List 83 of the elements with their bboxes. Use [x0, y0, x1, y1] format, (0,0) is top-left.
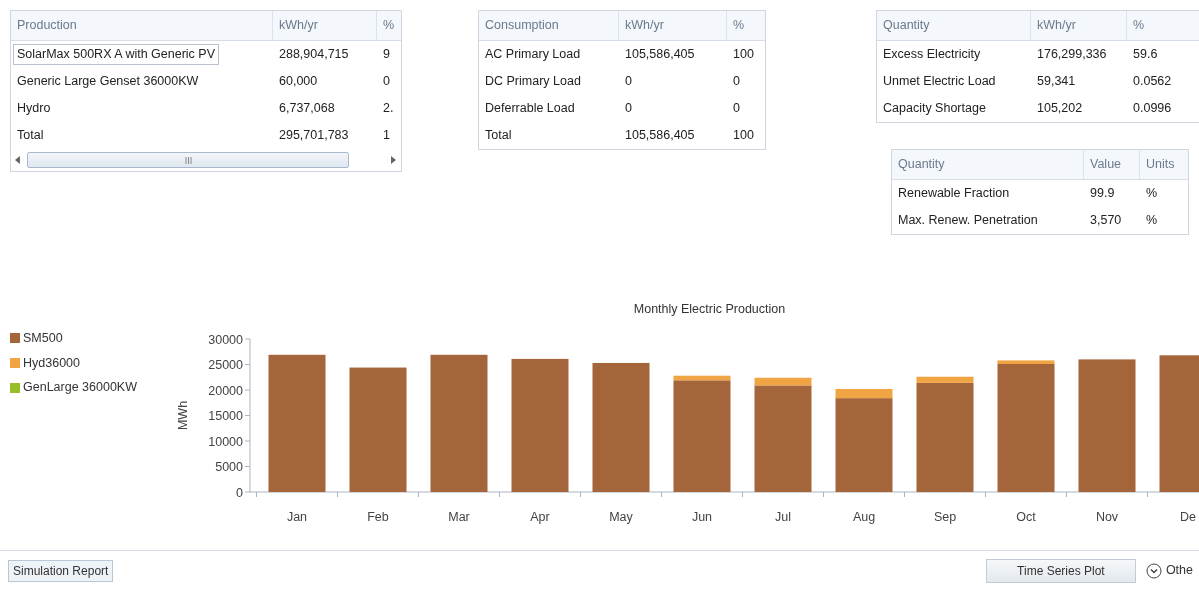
- table-cell: 0: [733, 101, 740, 116]
- table-cell: %: [1146, 186, 1158, 201]
- table-cell: 9: [383, 47, 390, 62]
- other-button[interactable]: Othe: [1145, 561, 1193, 580]
- table-cell-text: Hydro: [17, 100, 51, 118]
- column-header[interactable]: %: [1133, 16, 1145, 35]
- column-header[interactable]: Consumption: [485, 16, 559, 35]
- tick-label: 25000: [208, 357, 243, 372]
- scroll-right-icon[interactable]: [391, 156, 397, 164]
- tick-label: 15000: [208, 408, 243, 423]
- table-cell: 99.9: [1090, 186, 1115, 201]
- tick-label: De: [1180, 509, 1196, 524]
- tick-label: May: [609, 509, 633, 524]
- column-header[interactable]: %: [733, 16, 745, 35]
- table-cell: 1: [383, 128, 390, 143]
- chart-title: Monthly Electric Production: [633, 301, 786, 318]
- column-header[interactable]: Production: [17, 16, 77, 35]
- table-cell: 0: [625, 101, 632, 116]
- simulation-report-button[interactable]: Simulation Report: [8, 559, 114, 582]
- tick-label: Nov: [1095, 509, 1119, 524]
- tick-label: 20000: [208, 383, 243, 398]
- table-cell: %: [1146, 213, 1158, 228]
- table-cell: 0.0996: [1133, 101, 1172, 116]
- tick-label: Oct: [1016, 509, 1036, 524]
- table-cell: Unmet Electric Load: [883, 74, 996, 89]
- table-cell: 2.: [383, 101, 394, 116]
- tick-label: Jul: [775, 509, 791, 524]
- grip-icon: [184, 156, 192, 164]
- tick-label: Feb: [367, 509, 389, 524]
- tick-label: Sep: [933, 509, 957, 524]
- column-header[interactable]: Units: [1146, 155, 1175, 174]
- table-cell: DC Primary Load: [485, 74, 581, 89]
- column-header[interactable]: kWh/yr: [625, 16, 664, 35]
- tick-label: Jan: [286, 509, 308, 524]
- tick-label: 10000: [208, 434, 243, 449]
- tick-label: Mar: [448, 509, 470, 524]
- table-cell: Excess Electricity: [883, 47, 981, 62]
- table-cell: 0: [625, 74, 632, 89]
- table-cell: 0: [383, 74, 390, 89]
- column-header[interactable]: %: [383, 16, 395, 35]
- table-cell: 59.6: [1133, 47, 1158, 62]
- column-header[interactable]: Quantity: [883, 16, 930, 35]
- column-header[interactable]: Value: [1090, 155, 1122, 174]
- axis-label: MWh: [176, 400, 190, 430]
- tick-label: Apr: [530, 509, 550, 524]
- table-cell: 105,586,405: [625, 47, 695, 62]
- table-cell: Deferrable Load: [485, 101, 575, 116]
- tick-label: Jun: [691, 509, 713, 524]
- table-cell: 59,341: [1037, 74, 1076, 89]
- table-cell-text: Generic Large Genset 36000KW: [17, 73, 199, 91]
- column-header[interactable]: kWh/yr: [1037, 16, 1076, 35]
- tick-label: 0: [236, 485, 243, 500]
- column-header[interactable]: kWh/yr: [279, 16, 318, 35]
- table-cell: 60,000: [279, 74, 318, 89]
- tick-label: 30000: [208, 332, 243, 347]
- legend-label: Hyd36000: [23, 354, 80, 372]
- table-cell: 0: [733, 74, 740, 89]
- table-cell: 100: [733, 47, 754, 62]
- table-cell: Max. Renew. Penetration: [898, 213, 1038, 228]
- table-cell: AC Primary Load: [485, 47, 581, 62]
- scrollbar-thumb[interactable]: [27, 152, 349, 168]
- table-cell: 100: [733, 128, 754, 143]
- table-cell: Renewable Fraction: [898, 186, 1010, 201]
- table-cell: 176,299,336: [1037, 47, 1107, 62]
- table-cell: 295,701,783: [279, 128, 349, 143]
- table-cell: 6,737,068: [279, 101, 335, 116]
- table-cell: 105,202: [1037, 101, 1083, 116]
- tick-label: Aug: [852, 509, 876, 524]
- table-cell: SolarMax 500RX A with Generic PV: [13, 44, 219, 65]
- table-cell: 3,570: [1090, 213, 1122, 228]
- column-header[interactable]: Quantity: [898, 155, 945, 174]
- table-cell: Total: [485, 128, 512, 143]
- time-series-plot-button[interactable]: Time Series Plot: [985, 558, 1136, 583]
- table-cell: 0.0562: [1133, 74, 1172, 89]
- table-cell: Capacity Shortage: [883, 101, 986, 116]
- table-cell: 105,586,405: [625, 128, 695, 143]
- legend-label: GenLarge 36000KW: [23, 379, 137, 397]
- tick-label: 5000: [215, 459, 243, 474]
- legend-label: SM500: [23, 329, 63, 347]
- table-cell-text: Total: [17, 127, 44, 145]
- chevron-down-circle-icon: [1145, 562, 1162, 579]
- scroll-left-icon[interactable]: [15, 156, 21, 164]
- table-cell: 288,904,715: [279, 47, 349, 62]
